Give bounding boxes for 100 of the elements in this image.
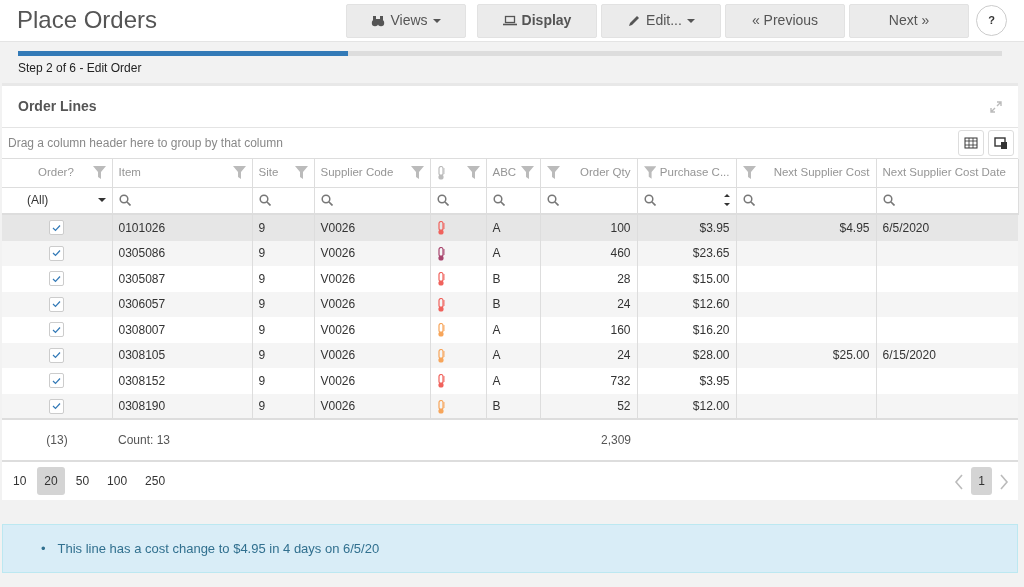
display-button[interactable]: Display — [477, 3, 597, 38]
table-cell: $3.95 — [699, 373, 730, 388]
table-cell: 9 — [258, 373, 266, 388]
checkbox[interactable] — [49, 296, 65, 312]
window-icon — [994, 136, 1008, 150]
check-icon — [52, 325, 62, 334]
table-cell: 9 — [258, 348, 266, 363]
thermometer-icon — [436, 165, 447, 180]
search-icon[interactable] — [643, 194, 656, 207]
spinner-icon[interactable] — [723, 193, 730, 208]
page-title: Place Orders — [17, 6, 158, 35]
panel-title: Order Lines — [18, 97, 97, 116]
search-icon[interactable] — [118, 194, 131, 207]
page-button[interactable]: 1 — [971, 467, 992, 495]
checkbox[interactable] — [49, 373, 65, 389]
table-cell: 9 — [258, 271, 266, 286]
table-row[interactable]: 0308105 9 V0026 A 24 $28.00 $25.00 6/15/2020 — [2, 342, 1018, 368]
table-row[interactable]: 0306057 9 V0026 B 24 $12.60 — [2, 291, 1018, 317]
checkbox[interactable] — [49, 398, 65, 414]
checkbox[interactable] — [49, 347, 65, 363]
help-button[interactable]: ? — [976, 5, 1007, 36]
table-row[interactable]: 0308152 9 V0026 A 732 $3.95 — [2, 368, 1018, 394]
check-icon — [52, 300, 62, 309]
table-cell: 6/5/2020 — [882, 220, 930, 235]
table-cell: 0101026 — [118, 220, 166, 235]
column-chooser-button[interactable] — [988, 130, 1014, 156]
table-cell: $3.95 — [699, 220, 730, 235]
summary-text: Count: 13 — [118, 433, 171, 447]
table-cell: 9 — [258, 246, 266, 261]
table-cell: A — [492, 348, 501, 363]
table-cell: 28 — [617, 271, 631, 286]
check-icon — [52, 223, 62, 232]
laptop-icon — [502, 14, 517, 27]
check-icon — [52, 249, 62, 258]
table-cell: $12.00 — [692, 399, 730, 414]
search-icon[interactable] — [258, 194, 271, 207]
table-cell: 460 — [610, 246, 631, 261]
table-cell: 0305086 — [118, 246, 166, 261]
table-cell: $25.00 — [832, 348, 870, 363]
info-message: This line has a cost change to $4.95 in 4 days on 6/5/20 — [57, 539, 380, 558]
edit-button[interactable]: Edit... — [601, 3, 721, 38]
page-size-option[interactable]: 50 — [68, 467, 97, 495]
table-cell: $16.20 — [692, 322, 730, 337]
page-size-option[interactable]: 250 — [138, 467, 173, 495]
page-size-option[interactable]: 20 — [37, 467, 65, 495]
table-cell: V0026 — [320, 373, 356, 388]
filter-dropdown[interactable]: (All) — [2, 191, 111, 210]
views-button[interactable]: Views — [346, 3, 466, 38]
table-cell: B — [492, 399, 501, 414]
table-cell: 160 — [610, 322, 631, 337]
page-size-option[interactable]: 100 — [100, 467, 135, 495]
table-cell: 0308105 — [118, 348, 166, 363]
table-cell: 24 — [617, 297, 631, 312]
table-cell: $28.00 — [692, 348, 730, 363]
search-icon[interactable] — [546, 194, 559, 207]
table-cell: V0026 — [320, 297, 356, 312]
table-cell: 9 — [258, 399, 266, 414]
table-row[interactable]: 0308190 9 V0026 B 52 $12.00 — [2, 393, 1018, 418]
pencil-icon — [627, 14, 642, 27]
table-row[interactable]: 0308007 9 V0026 A 160 $16.20 — [2, 317, 1018, 343]
table-row[interactable]: 0305087 9 V0026 B 28 $15.00 — [2, 266, 1018, 292]
bullet-icon: • — [41, 539, 46, 558]
table-cell: 0308190 — [118, 399, 166, 414]
table-cell: 6/15/2020 — [882, 348, 936, 363]
table-cell: $23.65 — [692, 246, 730, 261]
search-icon[interactable] — [742, 194, 755, 207]
search-icon[interactable] — [882, 194, 895, 207]
next-button[interactable]: Next » — [849, 3, 969, 38]
table-cell: 9 — [258, 322, 266, 337]
grid-icon — [964, 137, 978, 149]
table-cell: A — [492, 373, 501, 388]
check-icon — [52, 351, 62, 360]
table-cell: $15.00 — [692, 271, 730, 286]
step-label: Step 2 of 6 - Edit Order — [18, 60, 142, 77]
table-cell: V0026 — [320, 246, 356, 261]
table-row[interactable]: 0305086 9 V0026 A 460 $23.65 — [2, 240, 1018, 266]
checkbox[interactable] — [49, 245, 65, 261]
table-cell: 0308007 — [118, 322, 166, 337]
check-icon — [52, 402, 62, 411]
table-cell: V0026 — [320, 399, 356, 414]
binoculars-icon — [371, 14, 386, 27]
search-icon[interactable] — [492, 194, 505, 207]
table-row[interactable]: 0101026 9 V0026 A 100 $3.95 $4.95 6/5/2020 — [2, 215, 1018, 241]
checkbox[interactable] — [49, 271, 65, 287]
table-cell: 732 — [610, 373, 631, 388]
table-cell: 100 — [610, 220, 631, 235]
table-cell: A — [492, 322, 501, 337]
table-cell: V0026 — [320, 348, 356, 363]
table-cell: B — [492, 297, 501, 312]
page-size-option[interactable]: 10 — [6, 467, 34, 495]
table-cell: 9 — [258, 297, 266, 312]
search-icon[interactable] — [436, 194, 449, 207]
export-button[interactable] — [958, 130, 984, 156]
checkbox[interactable] — [49, 322, 65, 338]
checkbox[interactable] — [49, 220, 65, 236]
table-cell: 0305087 — [118, 271, 166, 286]
table-cell: $12.60 — [692, 297, 730, 312]
prev-button[interactable]: « Previous — [725, 3, 845, 38]
table-cell: V0026 — [320, 220, 356, 235]
search-icon[interactable] — [320, 194, 333, 207]
